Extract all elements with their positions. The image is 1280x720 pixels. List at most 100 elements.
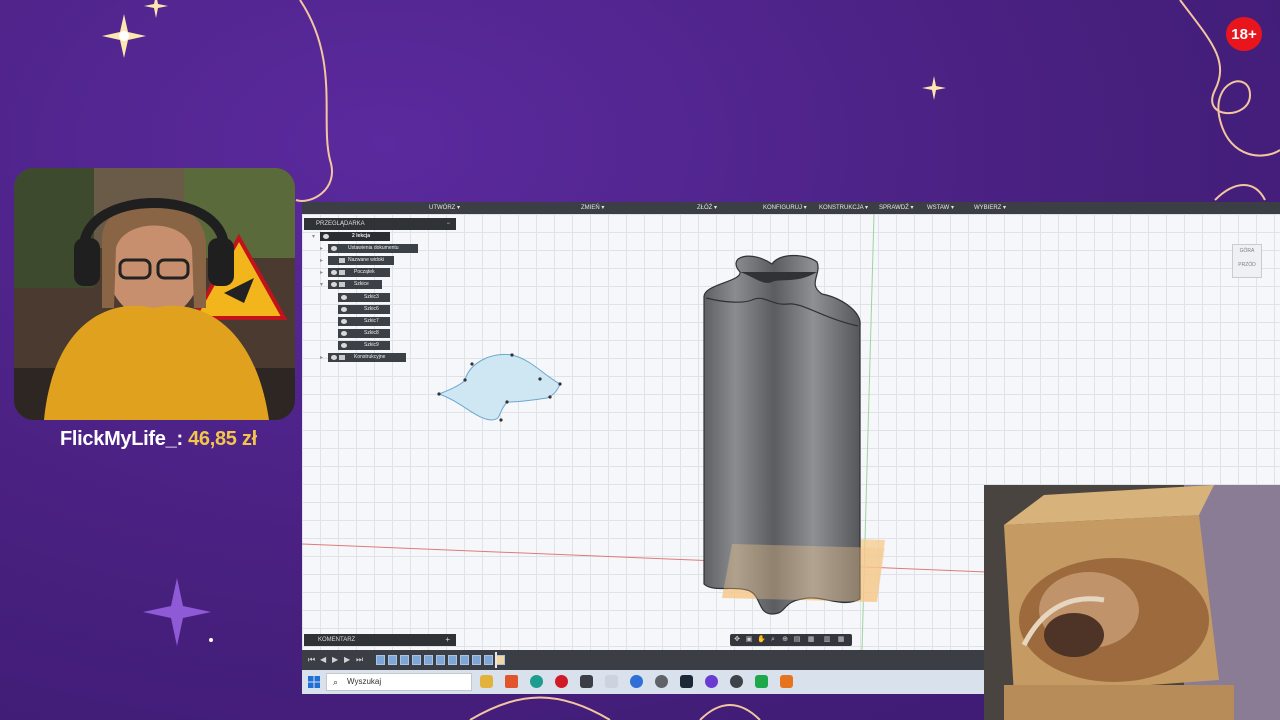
timeline-feature[interactable] — [436, 655, 445, 665]
grid-settings-icon[interactable]: ▦ — [807, 636, 815, 644]
viewcube-front[interactable]: PRZÓD — [1233, 262, 1261, 268]
app-icon[interactable] — [580, 675, 593, 688]
expand-caret-icon[interactable]: ▸ — [320, 269, 323, 276]
visibility-icon[interactable] — [331, 355, 337, 360]
folder-icon — [339, 282, 345, 287]
windows-taskbar: ⌕ Wyszukaj — [302, 670, 984, 694]
comments-panel[interactable]: KOMENTARZ + — [304, 634, 456, 646]
fusion360-icon[interactable] — [780, 675, 793, 688]
folder-icon — [339, 270, 345, 275]
menu-construct[interactable]: KONSTRUKCJA ▾ — [819, 202, 868, 214]
visibility-icon[interactable] — [341, 295, 347, 300]
timeline-feature[interactable] — [388, 655, 397, 665]
orbit-icon[interactable]: ✥ — [733, 636, 741, 644]
timeline-feature[interactable] — [424, 655, 433, 665]
expand-caret-icon[interactable]: ▾ — [320, 281, 323, 288]
play-icon[interactable]: ▶ — [332, 655, 338, 664]
browser-item-sketch3[interactable]: Szkic3 — [338, 293, 390, 302]
app-icon[interactable] — [605, 675, 618, 688]
steam-icon[interactable] — [680, 675, 693, 688]
file-explorer-icon[interactable] — [480, 675, 493, 688]
expand-caret-icon[interactable]: ▾ — [312, 233, 315, 240]
visibility-icon[interactable] — [331, 270, 337, 275]
step-back-icon[interactable]: ◀ — [320, 655, 326, 664]
browser-item-sketch9[interactable]: Szkic9 — [338, 341, 390, 350]
viewports-icon[interactable]: ▥ — [823, 636, 831, 644]
age-rating-badge: 18+ — [1226, 17, 1262, 51]
browser-item-origin[interactable]: Początek — [328, 268, 390, 277]
menu-insert[interactable]: WSTAW ▾ — [927, 202, 954, 214]
browser-root[interactable]: 2 lekcja — [320, 232, 390, 241]
sparkle-dot — [209, 638, 213, 642]
sparkle-icon — [143, 578, 211, 646]
donor-name: FlickMyLife_: — [60, 428, 183, 450]
sketch-profile — [437, 353, 561, 421]
timeline-feature[interactable] — [412, 655, 421, 665]
taskbar-search[interactable]: ⌕ Wyszukaj — [326, 673, 472, 691]
visibility-icon[interactable] — [323, 234, 329, 239]
step-forward-icon[interactable]: ▶ — [344, 655, 350, 664]
menu-configure[interactable]: KONFIGURUJ ▾ — [763, 202, 807, 214]
search-icon: ⌕ — [333, 677, 339, 687]
menu-inspect[interactable]: SPRAWDŹ ▾ — [879, 202, 913, 214]
design-timeline: ⏮ ◀ ▶ ▶ ⏭ — [302, 650, 984, 670]
timeline-feature[interactable] — [496, 655, 505, 665]
comments-title: KOMENTARZ — [318, 637, 356, 643]
edge-icon[interactable] — [530, 675, 543, 688]
go-to-start-icon[interactable]: ⏮ — [308, 655, 315, 665]
app-icon[interactable] — [705, 675, 718, 688]
opera-icon[interactable] — [555, 675, 568, 688]
expand-caret-icon[interactable]: ▸ — [320, 354, 323, 361]
add-comment-icon[interactable]: + — [445, 634, 450, 646]
toolbar: UTWÓRZ ▾ ZMIEŃ ▾ ZŁÓŻ ▾ KONFIGURUJ ▾ KON… — [302, 202, 1280, 214]
expand-caret-icon[interactable]: ▸ — [320, 245, 323, 252]
visibility-icon[interactable] — [341, 319, 347, 324]
viewcube[interactable]: GÓRA PRZÓD — [1232, 244, 1262, 278]
menu-assemble[interactable]: ZŁÓŻ ▾ — [697, 202, 717, 214]
zoom-icon[interactable]: ⌕ — [769, 636, 777, 644]
timeline-feature[interactable] — [448, 655, 457, 665]
browser-item-construction[interactable]: Konstrukcyjne — [328, 353, 406, 362]
browser-title: PRZEGLĄDARKA — [316, 221, 365, 227]
sparkle-icon — [922, 76, 946, 100]
timeline-feature[interactable] — [484, 655, 493, 665]
app-icon[interactable] — [655, 675, 668, 688]
visibility-icon[interactable] — [341, 343, 347, 348]
menu-create[interactable]: UTWÓRZ ▾ — [429, 202, 460, 214]
fit-icon[interactable]: ⊕ — [781, 636, 789, 644]
timeline-marker[interactable] — [495, 652, 497, 668]
browser-item-sketch7[interactable]: Szkic7 — [338, 317, 390, 326]
app-icon[interactable] — [630, 675, 643, 688]
swirl-right-bottom — [1214, 184, 1266, 201]
browser-item-sketch6[interactable]: Szkic6 — [338, 305, 390, 314]
expand-caret-icon[interactable]: ▸ — [320, 257, 323, 264]
go-to-end-icon[interactable]: ⏭ — [356, 655, 363, 665]
layout-icon[interactable]: ▦ — [837, 636, 845, 644]
timeline-feature[interactable] — [400, 655, 409, 665]
timeline-feature[interactable] — [376, 655, 385, 665]
visibility-icon[interactable] — [341, 331, 347, 336]
browser-item-sketches[interactable]: Szkice — [328, 280, 382, 289]
pan-icon[interactable]: ✋ — [757, 636, 766, 644]
menu-modify[interactable]: ZMIEŃ ▾ — [581, 202, 604, 214]
browser-panel-header[interactable]: PRZEGLĄDARKA − — [304, 218, 456, 230]
app-icon[interactable] — [755, 675, 768, 688]
app-icon[interactable] — [730, 675, 743, 688]
sparkle-icon — [102, 14, 146, 58]
visibility-icon[interactable] — [331, 282, 337, 287]
sparkle-icon — [144, 0, 168, 18]
viewcube-top[interactable]: GÓRA — [1233, 248, 1261, 254]
browser-item-document-settings[interactable]: Ustawienia dokumentu — [328, 244, 418, 253]
look-at-icon[interactable]: ▣ — [745, 636, 753, 644]
menu-select[interactable]: WYBIERZ ▾ — [974, 202, 1006, 214]
browser-item-named-views[interactable]: Nazwane widoki — [328, 256, 394, 265]
browser-item-sketch8[interactable]: Szkic8 — [338, 329, 390, 338]
display-settings-icon[interactable]: ▤ — [793, 636, 801, 644]
collapse-icon[interactable]: − — [446, 218, 450, 230]
timeline-feature[interactable] — [472, 655, 481, 665]
visibility-icon[interactable] — [341, 307, 347, 312]
streamer-webcam — [14, 168, 295, 420]
timeline-feature[interactable] — [460, 655, 469, 665]
brave-icon[interactable] — [505, 675, 518, 688]
windows-start-icon[interactable] — [308, 676, 320, 688]
